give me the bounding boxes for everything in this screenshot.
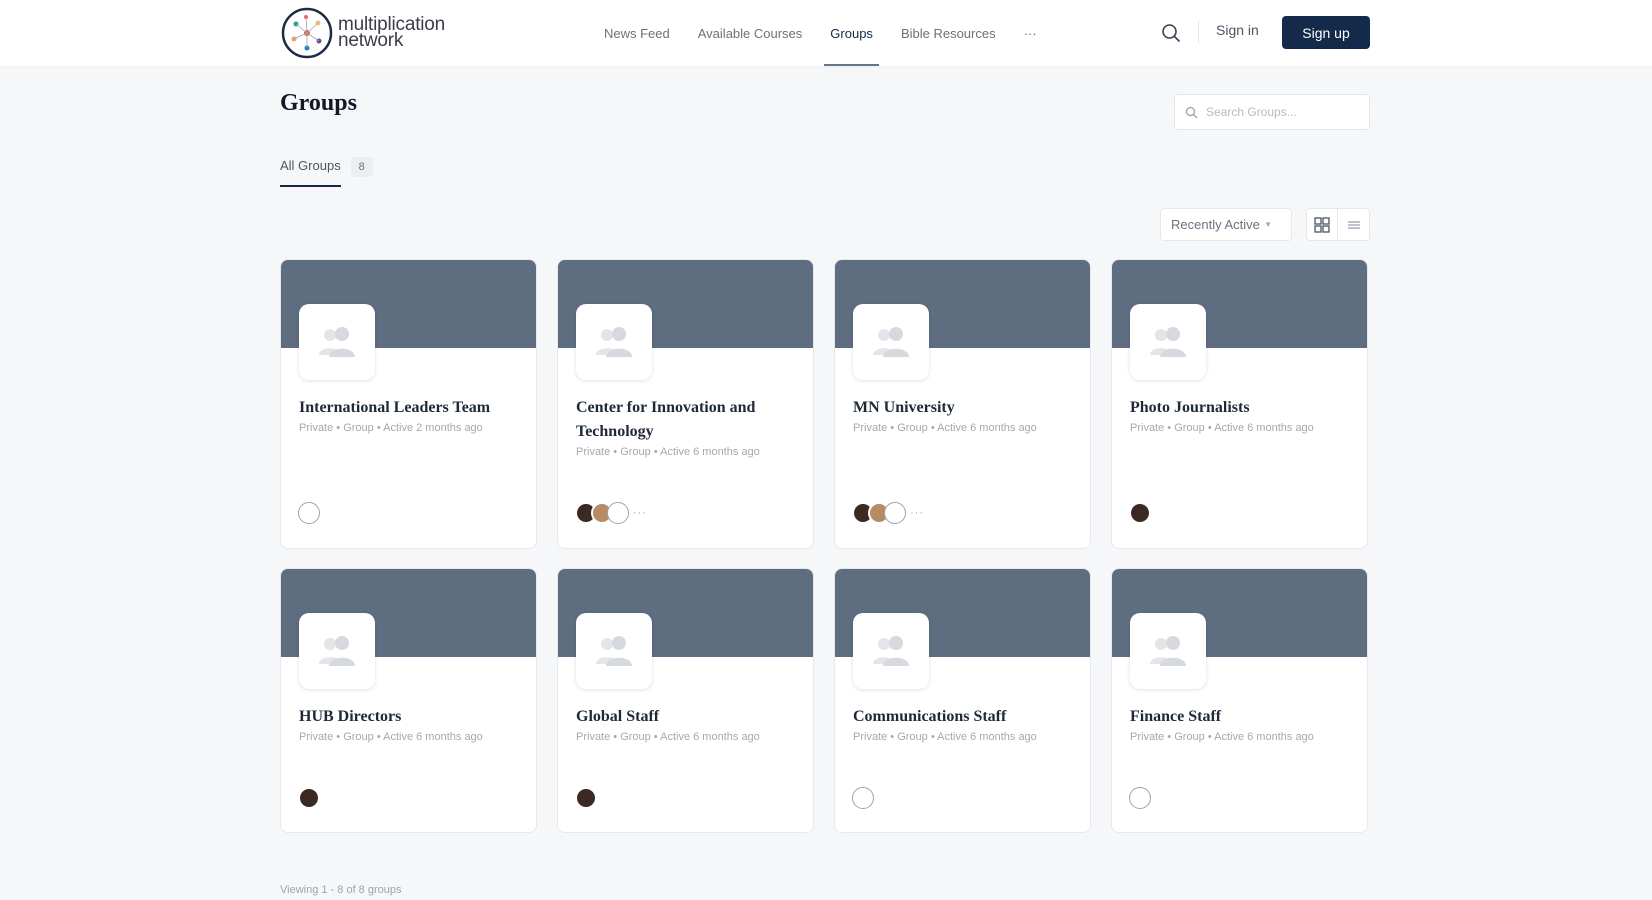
group-card[interactable]: Center for Innovation and Technology Priv… — [557, 259, 814, 549]
group-card[interactable]: MN University Private • Group • Active 6 … — [834, 259, 1091, 549]
nav-available-courses[interactable]: Available Courses — [684, 0, 817, 66]
sign-in-link[interactable]: Sign in — [1216, 22, 1259, 38]
group-avatar[interactable] — [299, 304, 375, 380]
group-members[interactable]: ··· — [575, 502, 647, 524]
group-title[interactable]: Global Staff — [576, 705, 795, 729]
list-view-button[interactable] — [1338, 209, 1369, 240]
group-members[interactable] — [575, 787, 597, 809]
sort-dropdown[interactable]: Recently Active ▾ — [1160, 208, 1292, 241]
chevron-down-icon: ▾ — [1265, 219, 1271, 229]
group-members[interactable] — [298, 502, 320, 524]
tab-count-badge: 8 — [350, 156, 373, 177]
member-avatar — [575, 787, 597, 809]
group-meta: Private • Group • Active 6 months ago — [576, 446, 760, 458]
group-avatar-icon — [596, 636, 632, 666]
group-card[interactable]: HUB Directors Private • Group • Active 6 … — [280, 568, 537, 833]
member-avatar — [607, 502, 629, 524]
group-meta: Private • Group • Active 2 months ago — [299, 422, 483, 434]
logo-globe-icon — [281, 7, 333, 59]
group-title[interactable]: International Leaders Team — [299, 396, 518, 420]
group-avatar[interactable] — [576, 304, 652, 380]
group-title[interactable]: HUB Directors — [299, 705, 518, 729]
group-title[interactable]: Photo Journalists — [1130, 396, 1349, 420]
grid-view-icon — [1314, 216, 1330, 233]
group-avatar[interactable] — [853, 304, 929, 380]
member-avatar — [1129, 787, 1151, 809]
group-meta: Private • Group • Active 6 months ago — [1130, 422, 1314, 434]
groups-grid: International Leaders Team Private • Grou… — [280, 259, 1370, 833]
group-members[interactable] — [1129, 787, 1151, 809]
group-tabs: All Groups 8 — [280, 156, 373, 187]
tab-all-groups[interactable]: All Groups — [280, 158, 341, 187]
group-avatar[interactable] — [299, 613, 375, 689]
logo-text-line2: network — [338, 30, 404, 51]
group-card[interactable]: Photo Journalists Private • Group • Activ… — [1111, 259, 1368, 549]
group-avatar-icon — [1150, 636, 1186, 666]
group-title[interactable]: Communications Staff — [853, 705, 1072, 729]
member-avatar — [1129, 502, 1151, 524]
group-card[interactable]: International Leaders Team Private • Grou… — [280, 259, 537, 549]
pagination-summary: Viewing 1 - 8 of 8 groups — [280, 884, 402, 896]
group-avatar-icon — [596, 327, 632, 357]
nav-more[interactable]: ··· — [1010, 0, 1051, 66]
view-toggle — [1306, 208, 1370, 241]
member-avatar — [852, 787, 874, 809]
group-avatar[interactable] — [576, 613, 652, 689]
nav-news-feed[interactable]: News Feed — [590, 0, 684, 66]
group-avatar-icon — [1150, 327, 1186, 357]
group-avatar-icon — [873, 327, 909, 357]
group-avatar-icon — [319, 636, 355, 666]
group-meta: Private • Group • Active 6 months ago — [576, 731, 760, 743]
group-members[interactable] — [852, 787, 874, 809]
search-icon[interactable] — [1160, 22, 1182, 44]
group-avatar[interactable] — [1130, 304, 1206, 380]
member-avatar — [298, 502, 320, 524]
group-members[interactable]: ··· — [852, 502, 924, 524]
group-members[interactable] — [298, 787, 320, 809]
grid-view-button[interactable] — [1307, 209, 1339, 240]
member-avatar — [884, 502, 906, 524]
group-card[interactable]: Communications Staff Private • Group • Ac… — [834, 568, 1091, 833]
more-members-icon: ··· — [910, 507, 924, 519]
group-avatar-icon — [319, 327, 355, 357]
nav-groups[interactable]: Groups — [816, 0, 887, 66]
site-header: multiplication network News Feed Availab… — [0, 0, 1652, 66]
search-icon — [1185, 106, 1198, 118]
member-avatar — [298, 787, 320, 809]
main-nav: News Feed Available Courses Groups Bible… — [590, 0, 1051, 66]
group-card[interactable]: Finance Staff Private • Group • Active 6 … — [1111, 568, 1368, 833]
group-meta: Private • Group • Active 6 months ago — [299, 731, 483, 743]
more-members-icon: ··· — [633, 507, 647, 519]
group-card[interactable]: Global Staff Private • Group • Active 6 m… — [557, 568, 814, 833]
group-search-input[interactable] — [1206, 105, 1356, 119]
group-meta: Private • Group • Active 6 months ago — [853, 422, 1037, 434]
group-title[interactable]: MN University — [853, 396, 1072, 420]
group-members[interactable] — [1129, 502, 1151, 524]
nav-bible-resources[interactable]: Bible Resources — [887, 0, 1010, 66]
group-meta: Private • Group • Active 6 months ago — [1130, 731, 1314, 743]
group-avatar-icon — [873, 636, 909, 666]
group-title[interactable]: Center for Innovation and Technology — [576, 396, 795, 444]
logo-text: multiplication network — [338, 15, 445, 51]
header-divider — [1198, 21, 1199, 43]
page-title: Groups — [280, 90, 357, 116]
group-avatar[interactable] — [1130, 613, 1206, 689]
site-logo[interactable]: multiplication network — [280, 6, 445, 60]
sort-label: Recently Active — [1171, 217, 1260, 232]
group-search-box[interactable] — [1174, 94, 1370, 130]
group-meta: Private • Group • Active 6 months ago — [853, 731, 1037, 743]
sign-up-button[interactable]: Sign up — [1282, 16, 1370, 49]
group-avatar[interactable] — [853, 613, 929, 689]
group-title[interactable]: Finance Staff — [1130, 705, 1349, 729]
list-view-icon — [1347, 220, 1360, 229]
